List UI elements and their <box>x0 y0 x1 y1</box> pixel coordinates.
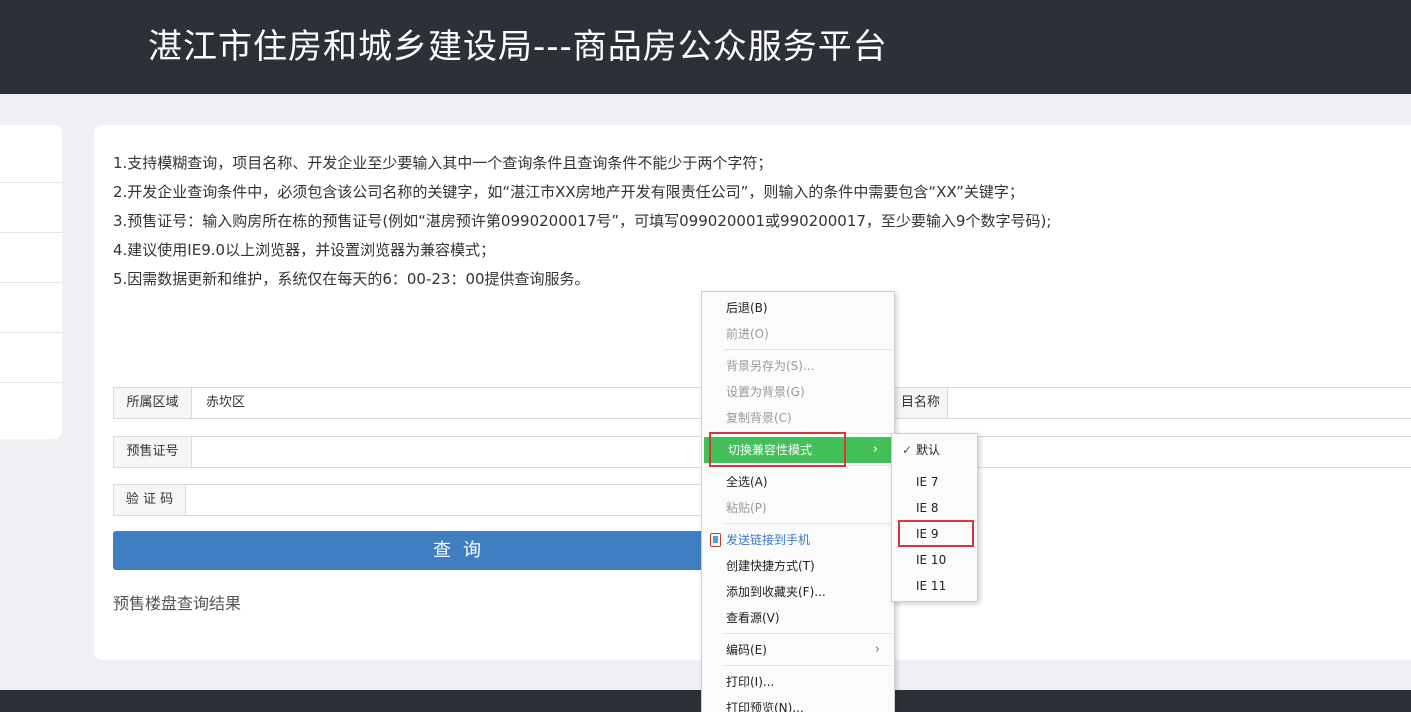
page-title: 湛江市住房和城乡建设局---商品房公众服务平台 <box>148 27 888 67</box>
submenu-item-default[interactable]: ✓ 默认 <box>892 437 977 463</box>
menu-item-send-link-label: 发送链接到手机 <box>726 533 811 547</box>
menu-item-encoding[interactable]: 编码(E) › <box>702 637 894 663</box>
submenu-item-ie10[interactable]: IE 10 <box>892 547 977 573</box>
menu-item-forward[interactable]: 前进(O) <box>702 321 894 347</box>
divider <box>0 282 62 283</box>
instruction-line: 2.开发企业查询条件中，必须包含该公司名称的关键字，如“湛江市XX房地产开发有限… <box>113 183 1024 201</box>
menu-item-select-all[interactable]: 全选(A) <box>702 469 894 495</box>
submenu-item-default-label: 默认 <box>916 443 941 457</box>
instruction-line: 3.预售证号：输入购房所在栋的预售证号(例如“湛房预许第0990200017号”… <box>113 212 1052 230</box>
menu-item-add-favorite[interactable]: 添加到收藏夹(F)... <box>702 579 894 605</box>
highlight-annotation-compat-mode <box>709 432 846 467</box>
chevron-right-icon: › <box>872 442 878 457</box>
submenu-item-ie7[interactable]: IE 7 <box>892 469 977 495</box>
menu-separator <box>724 665 892 666</box>
menu-item-paste[interactable]: 粘贴(P) <box>702 495 894 521</box>
project-name-label: 目名称 <box>894 388 948 418</box>
menu-item-create-shortcut[interactable]: 创建快捷方式(T) <box>702 553 894 579</box>
highlight-annotation-ie9 <box>898 520 974 547</box>
query-instructions: 1.支持模糊查询，项目名称、开发企业至少要输入其中一个查询条件且查询条件不能少于… <box>113 149 1051 294</box>
menu-separator <box>724 523 892 524</box>
menu-item-view-source[interactable]: 查看源(V) <box>702 605 894 631</box>
instruction-line: 4.建议使用IE9.0以上浏览器，并设置浏览器为兼容模式； <box>113 241 496 259</box>
left-side-panel <box>0 125 62 439</box>
instruction-line: 1.支持模糊查询，项目名称、开发企业至少要输入其中一个查询条件且查询条件不能少于… <box>113 154 773 172</box>
region-select[interactable]: 赤坎区 <box>206 388 245 418</box>
result-section-title: 预售楼盘查询结果 <box>113 594 242 613</box>
menu-item-save-background[interactable]: 背景另存为(S)... <box>702 353 894 379</box>
menu-separator <box>724 633 892 634</box>
menu-item-encoding-label: 编码(E) <box>726 643 767 657</box>
divider <box>0 332 62 333</box>
chevron-right-icon: › <box>874 642 880 657</box>
menu-separator <box>724 349 892 350</box>
captcha-input[interactable] <box>188 485 708 515</box>
submenu-item-ie8[interactable]: IE 8 <box>892 495 977 521</box>
captcha-row: 验 证 码 <box>113 484 713 516</box>
menu-item-back[interactable]: 后退(B) <box>702 295 894 321</box>
menu-item-set-background[interactable]: 设置为背景(G) <box>702 379 894 405</box>
project-name-input[interactable] <box>950 388 1411 418</box>
captcha-label: 验 证 码 <box>114 485 186 515</box>
phone-icon <box>710 533 721 547</box>
menu-item-print[interactable]: 打印(I)... <box>702 669 894 695</box>
menu-item-send-link[interactable]: 发送链接到手机 <box>702 527 894 553</box>
context-menu: 后退(B) 前进(O) 背景另存为(S)... 设置为背景(G) 复制背景(C)… <box>701 291 895 712</box>
region-label: 所属区域 <box>114 388 192 418</box>
divider <box>0 382 62 383</box>
menu-item-copy-background[interactable]: 复制背景(C) <box>702 405 894 431</box>
divider <box>0 232 62 233</box>
instruction-line: 5.因需数据更新和维护，系统仅在每天的6：00-23：00提供查询服务。 <box>113 270 590 288</box>
divider <box>0 182 62 183</box>
compat-mode-submenu: ✓ 默认 IE 7 IE 8 IE 9 IE 10 IE 11 <box>891 433 978 602</box>
submenu-item-ie11[interactable]: IE 11 <box>892 573 977 599</box>
menu-item-print-preview[interactable]: 打印预览(N)... <box>702 695 894 712</box>
check-icon: ✓ <box>902 443 913 457</box>
presale-label: 预售证号 <box>114 437 192 467</box>
page-header: 湛江市住房和城乡建设局---商品房公众服务平台 <box>0 0 1411 94</box>
